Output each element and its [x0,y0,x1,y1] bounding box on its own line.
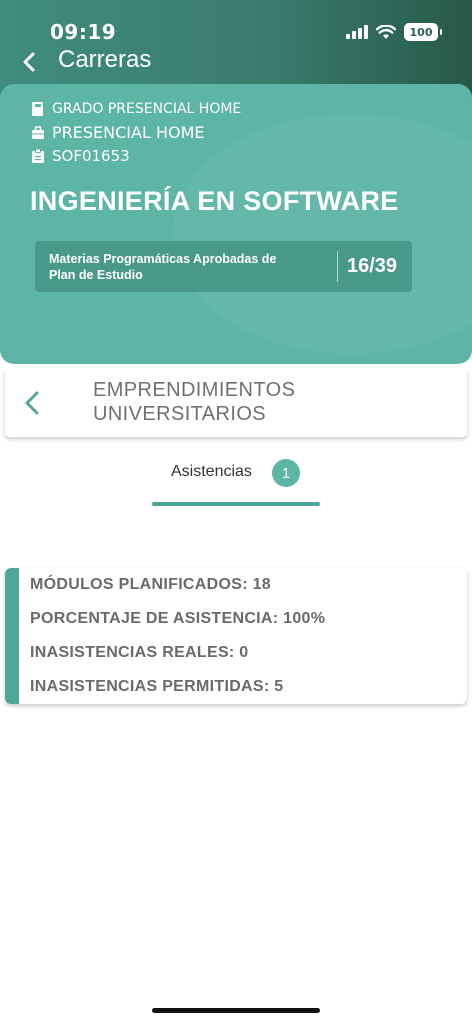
subject-name: EMPRENDIMIENTOS UNIVERSITARIOS [93,379,296,425]
tab-label: Asistencias [171,463,252,480]
attendance-summary-card: MÓDULOS PLANIFICADOS: 18 PORCENTAJE DE A… [5,568,467,704]
card-accent-bar [5,568,19,704]
progress-value: 16/39 [347,255,398,277]
battery-icon: 100 [404,23,442,41]
career-modality-text: GRADO PRESENCIAL HOME [52,101,242,117]
tab-asistencias[interactable]: Asistencias 1 [152,455,320,506]
tab-active-indicator [152,502,320,506]
attendance-percentage: PORCENTAJE DE ASISTENCIA: 100% [30,610,326,627]
career-card: GRADO PRESENCIAL HOME PRESENCIAL HOME SO… [0,84,472,364]
status-icons: 100 [346,22,442,42]
real-absences: INASISTENCIAS REALES: 0 [30,644,249,661]
book-icon [32,102,43,116]
decorative-wave [172,114,472,354]
career-campus-text: PRESENCIAL HOME [52,123,205,142]
subject-selector: EMPRENDIMIENTOS UNIVERSITARIOS [5,368,467,437]
back-chevron-icon[interactable] [18,50,42,74]
career-modality: GRADO PRESENCIAL HOME [32,101,241,117]
nav-bar: Carreras [0,42,472,82]
briefcase-icon [32,125,44,139]
wifi-icon [376,24,396,39]
progress-divider [337,251,338,282]
planned-modules: MÓDULOS PLANIFICADOS: 18 [30,576,271,593]
allowed-absences: INASISTENCIAS PERMITIDAS: 5 [30,678,284,695]
previous-subject-chevron-icon[interactable] [21,390,43,416]
clipboard-icon [32,149,44,163]
home-indicator[interactable] [152,1008,320,1013]
career-title: INGENIERÍA EN SOFTWARE [30,186,399,216]
career-code: SOF01653 [32,147,130,165]
status-time: 09:19 [50,20,117,44]
cellular-signal-icon [346,25,368,39]
career-campus: PRESENCIAL HOME [32,123,204,142]
progress-label: Materias Programáticas Aprobadas de Plan… [49,252,277,282]
battery-level: 100 [409,25,433,39]
nav-title: Carreras [58,46,152,73]
study-plan-progress: Materias Programáticas Aprobadas de Plan… [35,241,412,292]
career-code-text: SOF01653 [52,147,130,165]
tab-count-badge: 1 [272,459,300,487]
